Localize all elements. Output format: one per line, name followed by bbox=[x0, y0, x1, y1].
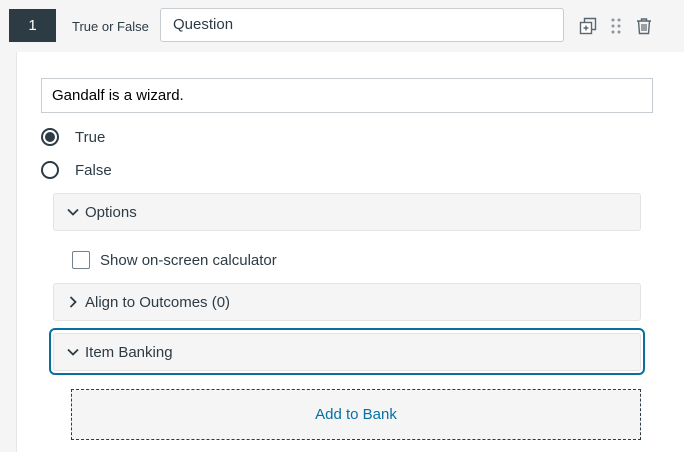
drag-handle-icon[interactable] bbox=[606, 16, 626, 36]
chevron-right-icon bbox=[66, 295, 80, 309]
question-header: 1 True or False Question bbox=[0, 0, 684, 52]
chevron-down-icon bbox=[66, 345, 80, 359]
options-label: Options bbox=[85, 203, 137, 221]
options-accordion[interactable]: Options bbox=[53, 193, 641, 231]
add-to-bank-button[interactable]: Add to Bank bbox=[71, 389, 641, 440]
calculator-checkbox[interactable] bbox=[72, 251, 90, 269]
item-banking-accordion[interactable]: Item Banking bbox=[53, 333, 641, 371]
chevron-down-icon bbox=[66, 205, 80, 219]
radio-true[interactable] bbox=[41, 128, 59, 146]
choice-false[interactable]: False bbox=[41, 159, 112, 181]
outcomes-accordion[interactable]: Align to Outcomes (0) bbox=[53, 283, 641, 321]
calculator-option[interactable]: Show on-screen calculator bbox=[72, 249, 277, 271]
choice-true-label: True bbox=[75, 128, 106, 146]
trash-icon[interactable] bbox=[634, 16, 654, 36]
radio-false[interactable] bbox=[41, 161, 59, 179]
choice-true[interactable]: True bbox=[41, 126, 105, 148]
question-title-input[interactable]: Question bbox=[160, 8, 564, 42]
calculator-label: Show on-screen calculator bbox=[100, 251, 277, 269]
item-banking-label: Item Banking bbox=[85, 343, 173, 361]
choice-false-label: False bbox=[75, 161, 112, 179]
question-type-label: True or False bbox=[72, 19, 149, 34]
question-number: 1 bbox=[9, 9, 56, 42]
outcomes-label: Align to Outcomes (0) bbox=[85, 293, 231, 311]
question-stem-input[interactable]: Gandalf is a wizard. bbox=[41, 78, 653, 113]
duplicate-icon[interactable] bbox=[578, 16, 598, 36]
